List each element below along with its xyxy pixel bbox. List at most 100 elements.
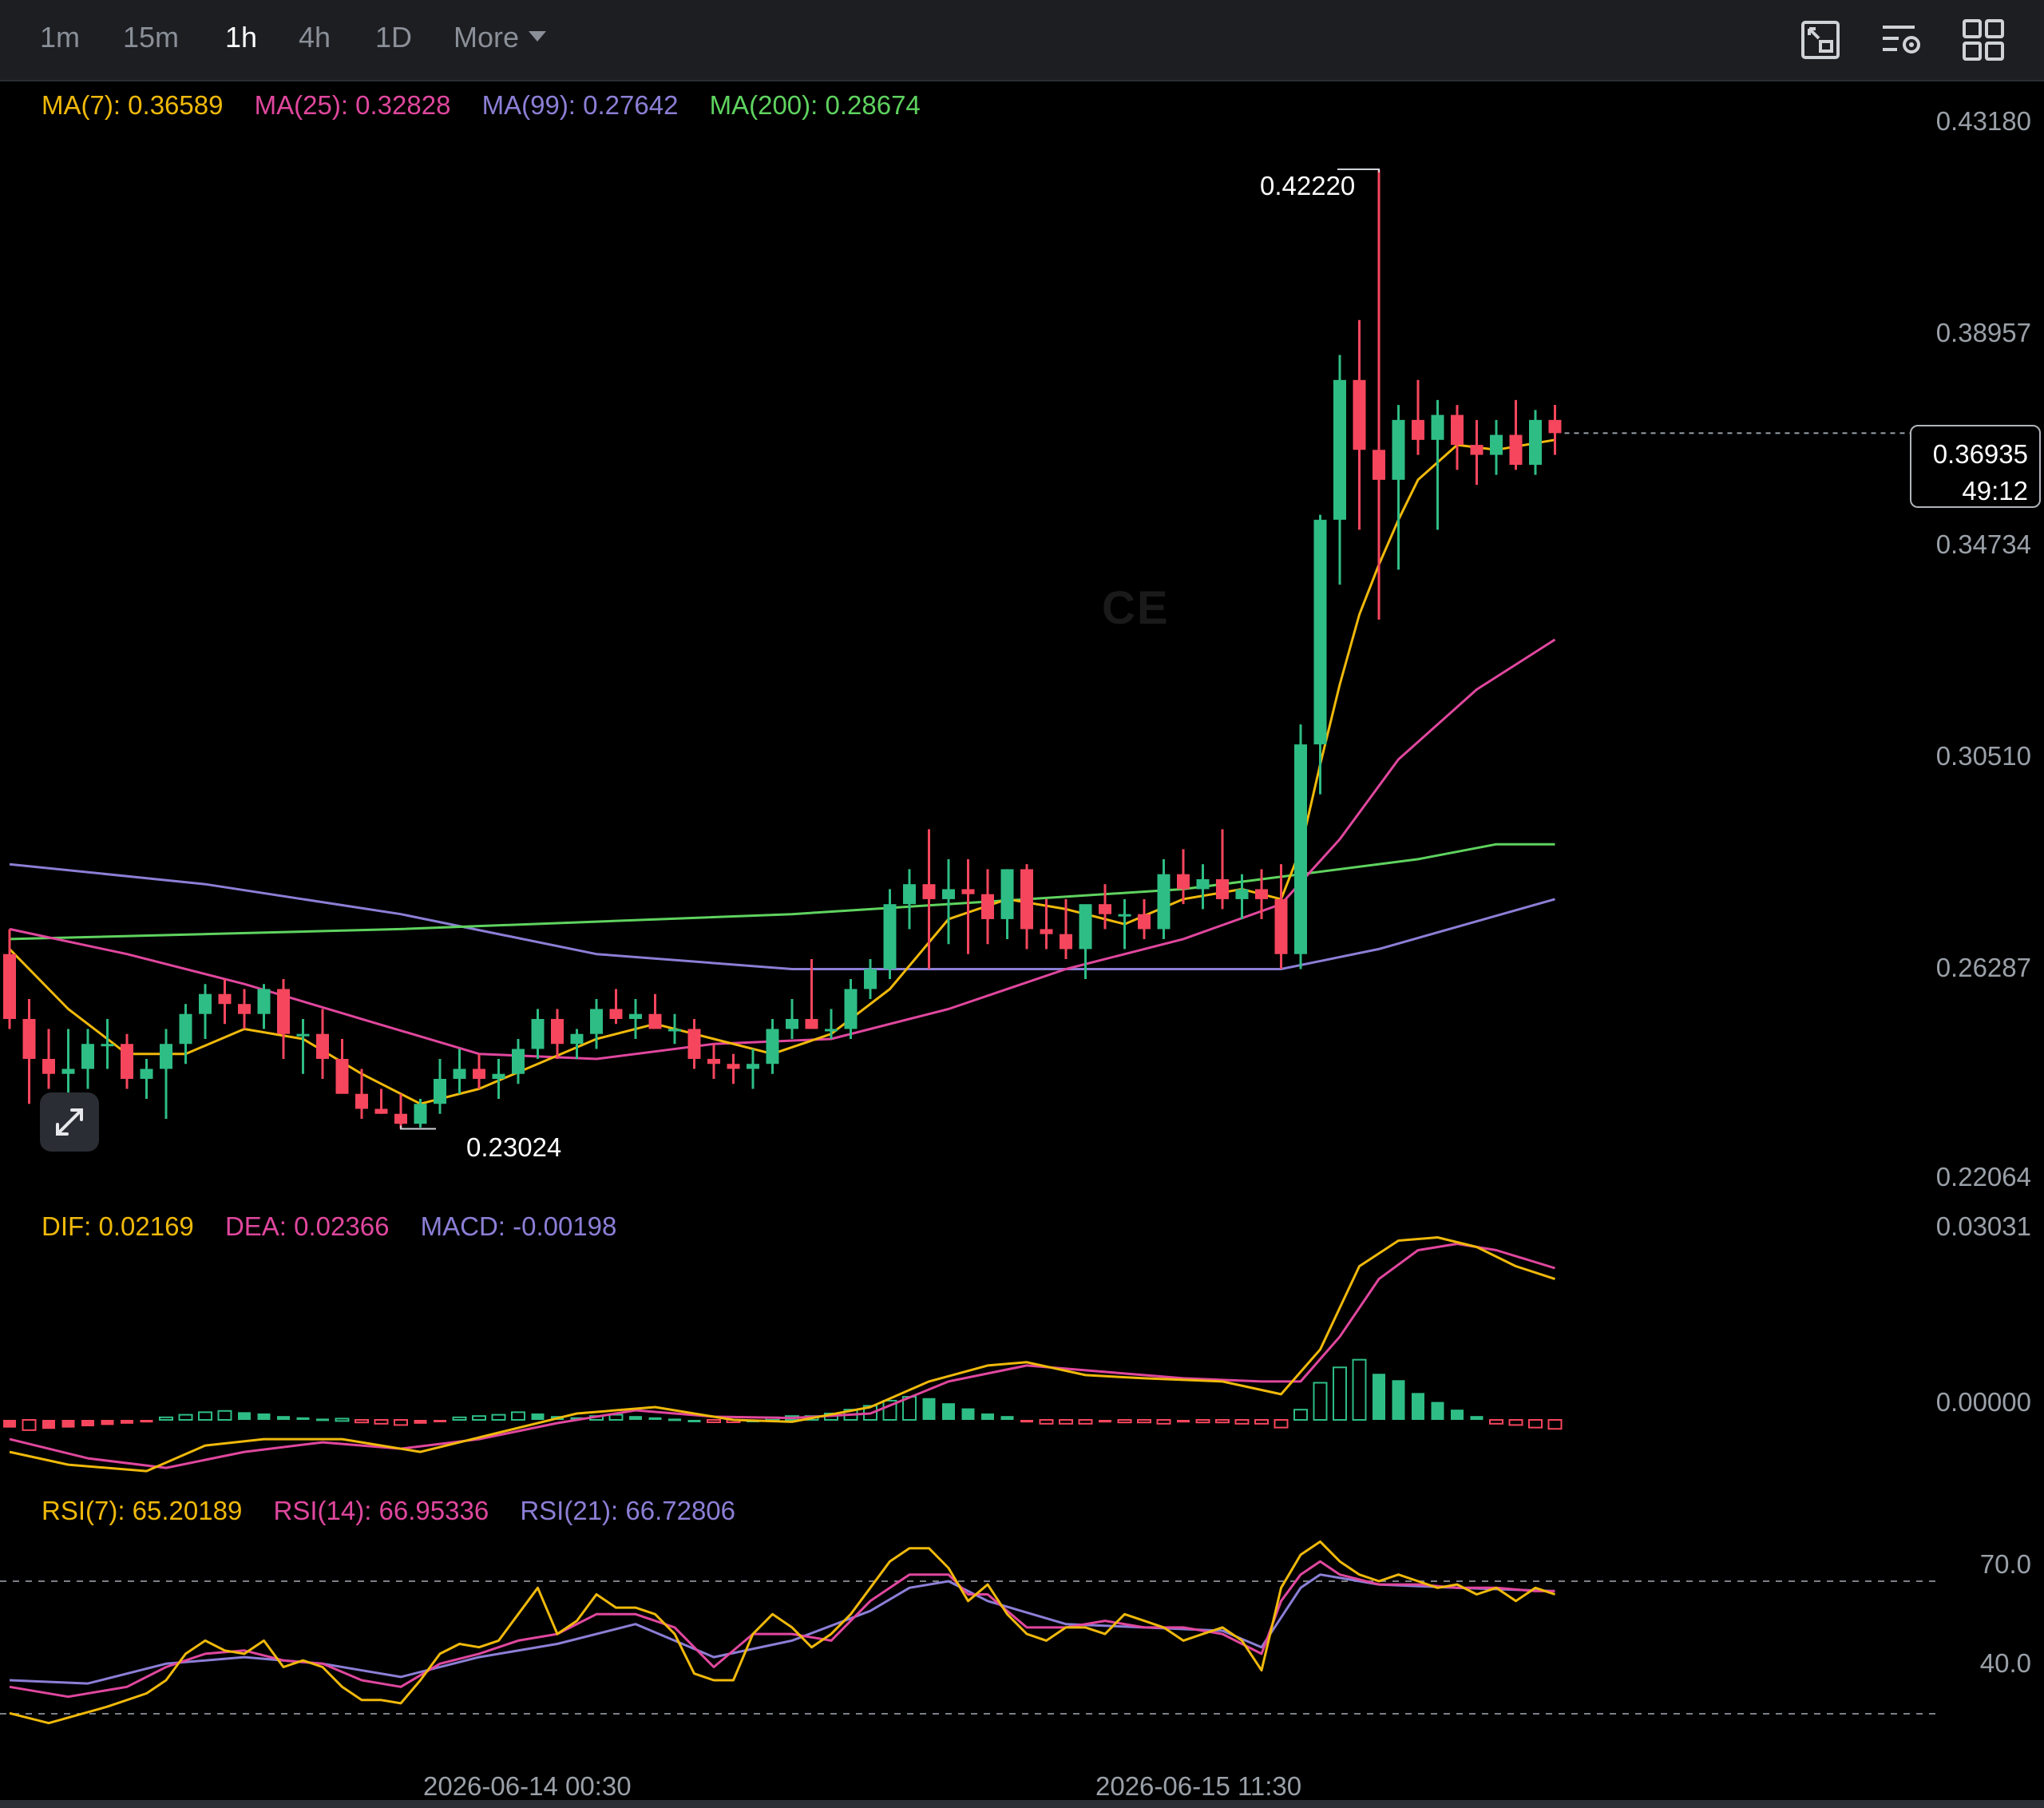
candle-body (277, 989, 290, 1034)
expand-chart-button[interactable] (40, 1092, 99, 1152)
macd-bar (1078, 1419, 1093, 1425)
macd-bar (1234, 1419, 1250, 1425)
candle-body (825, 1029, 838, 1032)
macd-bar (316, 1418, 329, 1421)
candle-body (1451, 414, 1464, 446)
ma99-line (9, 862, 1555, 970)
candle-body (257, 989, 271, 1014)
candle-countdown: 49:12 (1962, 476, 2028, 506)
rsi-panel (9, 1540, 1555, 1725)
candle-body (922, 884, 936, 899)
candle-body (1313, 519, 1327, 745)
current-price-tag: 0.36935 49:12 (1910, 425, 2041, 508)
macd-panel (3, 1236, 1563, 1473)
candle-body (355, 1093, 368, 1109)
macd-axis-label: 0.03031 (1935, 1211, 2031, 1241)
price-axis-label: 0.30510 (1935, 741, 2031, 771)
candle-body (316, 1033, 329, 1059)
macd-bar (1313, 1382, 1328, 1421)
candle-body (492, 1073, 505, 1079)
macd-bar (1431, 1402, 1444, 1420)
candle-body (101, 1044, 114, 1047)
rsi21-line (9, 1573, 1555, 1685)
macd-bar (374, 1419, 389, 1425)
macd-bar (22, 1419, 37, 1431)
candle-body (1548, 419, 1562, 434)
candle-body (551, 1018, 564, 1045)
macd-bar (414, 1420, 427, 1424)
macd-bar (707, 1419, 721, 1423)
ma-legend: MA(7): 0.36589 MA(25): 0.32828 MA(99): 0… (42, 90, 945, 121)
candle-body (747, 1064, 759, 1069)
macd-bar (394, 1419, 408, 1426)
ma25-value: MA(25): 0.32828 (254, 90, 451, 120)
candle-body (414, 1104, 427, 1124)
macd-bar (434, 1420, 446, 1422)
candle-body (22, 1018, 36, 1059)
macd-bar (1392, 1380, 1405, 1420)
macd-bar (3, 1420, 16, 1428)
macd-bar (1412, 1393, 1424, 1420)
candle-body (883, 904, 897, 969)
candle-body (668, 1029, 681, 1032)
candle-body (512, 1049, 525, 1074)
candle-body (1353, 379, 1366, 450)
macd-axis-label: 0.00000 (1935, 1387, 2031, 1417)
macd-bar (1156, 1419, 1171, 1425)
candle-body (1235, 889, 1249, 899)
macd-bar (335, 1417, 350, 1422)
candle-body (590, 1009, 603, 1034)
macd-bar (178, 1413, 193, 1421)
macd-bar (1099, 1420, 1111, 1423)
candle-body (335, 1058, 349, 1094)
macd-bar (101, 1420, 114, 1425)
candle-body (199, 993, 212, 1014)
candle-body (394, 1113, 407, 1124)
candle-body (3, 954, 16, 1019)
macd-bar (257, 1413, 271, 1420)
price-axis-label: 0.34734 (1935, 529, 2031, 559)
price-chart-canvas[interactable] (0, 0, 2044, 1808)
candle-body (1509, 434, 1523, 466)
rsi-axis-label: 70.0 (1979, 1549, 2031, 1579)
candle-body (296, 1033, 310, 1037)
macd-bar (687, 1420, 701, 1422)
candle-body (531, 1018, 545, 1049)
candlesticks (3, 169, 1562, 1129)
candle-body (609, 1009, 623, 1019)
macd-bar (121, 1420, 133, 1424)
candle-body (903, 884, 916, 905)
macd-bar (648, 1417, 662, 1420)
candle-body (570, 1033, 584, 1045)
macd-bar (1508, 1419, 1523, 1426)
candle-body (844, 989, 858, 1029)
bottom-border (0, 1800, 2044, 1808)
low-price-mark: 0.23024 (466, 1132, 562, 1162)
macd-bar (1528, 1419, 1543, 1429)
candle-body (1412, 419, 1424, 440)
macd-value: MACD: -0.00198 (420, 1211, 617, 1241)
candle-body (1060, 934, 1072, 950)
time-axis-label: 2026-06-15 11:30 (1095, 1771, 1302, 1801)
candle-body (687, 1029, 701, 1059)
candle-body (786, 1018, 798, 1029)
macd-bar (277, 1416, 290, 1420)
macd-legend: DIF: 0.02169 DEA: 0.02366 MACD: -0.00198 (42, 1211, 640, 1242)
macd-bar (942, 1403, 955, 1420)
rsi7-line (9, 1540, 1555, 1725)
candle-body (942, 889, 955, 899)
candle-body (434, 1078, 446, 1104)
macd-bar (1137, 1419, 1151, 1424)
macd-bar (355, 1419, 369, 1424)
macd-bar (629, 1416, 642, 1420)
candle-body (1431, 414, 1444, 440)
macd-bar (238, 1412, 251, 1420)
ma7-value: MA(7): 0.36589 (42, 90, 224, 120)
macd-bar (1293, 1409, 1308, 1421)
current-price: 0.36935 (1932, 439, 2028, 469)
price-axis-label: 0.38957 (1935, 318, 2031, 347)
candle-body (1157, 874, 1171, 930)
candle-body (1040, 929, 1053, 934)
candle-body (1020, 869, 1033, 930)
candle-body (1392, 419, 1405, 480)
